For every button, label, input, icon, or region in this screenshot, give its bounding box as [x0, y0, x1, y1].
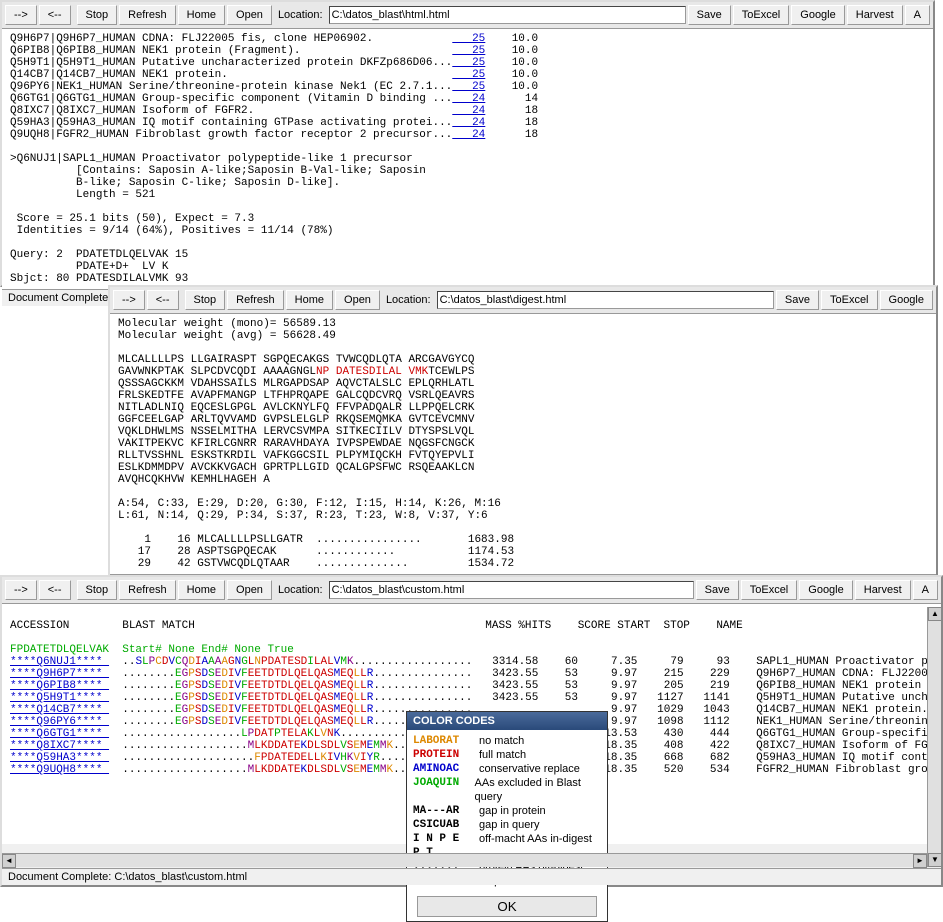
color-key: PROTEIN [413, 748, 471, 762]
accession-link[interactable]: ****Q8IXC7**** [10, 740, 109, 752]
a-button[interactable]: A [913, 580, 938, 600]
accession-link[interactable]: ****Q6NUJ1**** [10, 656, 109, 668]
scroll-down-icon[interactable]: ▼ [928, 853, 942, 867]
color-key: LABORAT [413, 734, 471, 748]
save-button[interactable]: Save [696, 580, 739, 600]
accession-link[interactable]: ****Q59HA3**** [10, 752, 109, 764]
forward-button[interactable]: <-- [147, 290, 179, 310]
query-line: FPDATETDLQELVAK Start# None End# None Tr… [10, 644, 294, 656]
color-desc: no match [479, 734, 524, 748]
color-key: JOAQUIN [413, 776, 467, 804]
score-link[interactable]: 25 [452, 57, 485, 69]
accession-link[interactable]: ****Q14CB7**** [10, 704, 109, 716]
a-button[interactable]: A [905, 5, 930, 25]
color-desc: AAs excluded in Blast query [475, 776, 601, 804]
color-key: AMINOAC [413, 762, 471, 776]
forward-button[interactable]: <-- [39, 580, 71, 600]
back-button[interactable]: --> [5, 5, 37, 25]
harvest-button[interactable]: Harvest [855, 580, 911, 600]
refresh-button[interactable]: Refresh [227, 290, 284, 310]
accession-link[interactable]: ****Q6PIB8**** [10, 680, 109, 692]
save-button[interactable]: Save [776, 290, 819, 310]
custom-window: --> <-- Stop Refresh Home Open Location:… [0, 575, 943, 887]
location-field[interactable] [437, 291, 774, 309]
accession-link[interactable]: ****Q9H6P7**** [10, 668, 109, 680]
score-link[interactable]: 25 [452, 33, 485, 45]
home-button[interactable]: Home [286, 290, 333, 310]
harvest-button[interactable]: Harvest [847, 5, 903, 25]
digest-content: Molecular weight (mono)= 56589.13 Molecu… [110, 314, 936, 574]
color-desc: gap in protein [479, 804, 546, 818]
toolbar: --> <-- Stop Refresh Home Open Location:… [2, 577, 941, 604]
color-code-row: JOAQUIN AAs excluded in Blast query [413, 776, 601, 804]
blast-content: Q9H6P7|Q9H6P7_HUMAN CDNA: FLJ22005 fis, … [2, 29, 933, 289]
color-key: CSICUAB [413, 818, 471, 832]
horizontal-scrollbar[interactable]: ◄ ► [2, 853, 927, 867]
color-desc: conservative replace [479, 762, 580, 776]
home-button[interactable]: Home [178, 5, 225, 25]
google-button[interactable]: Google [880, 290, 933, 310]
open-button[interactable]: Open [335, 290, 380, 310]
dialog-title: COLOR CODES [407, 712, 607, 730]
score-link[interactable]: 25 [452, 81, 485, 93]
location-label: Location: [382, 294, 435, 306]
color-desc: full match [479, 748, 526, 762]
color-code-row: PROTEIN full match [413, 748, 601, 762]
stop-button[interactable]: Stop [77, 580, 118, 600]
back-button[interactable]: --> [113, 290, 145, 310]
scroll-right-icon[interactable]: ► [913, 854, 927, 868]
color-code-row: MA---AR gap in protein [413, 804, 601, 818]
toolbar: --> <-- Stop Refresh Home Open Location:… [2, 2, 933, 29]
google-button[interactable]: Google [799, 580, 852, 600]
google-button[interactable]: Google [791, 5, 844, 25]
accession-link[interactable]: ****Q5H9T1**** [10, 692, 109, 704]
color-codes-dialog: COLOR CODES LABORAT no match PROTEIN full m… [406, 711, 608, 922]
vertical-scrollbar[interactable]: ▲ ▼ [927, 607, 941, 867]
open-button[interactable]: Open [227, 5, 272, 25]
location-label: Location: [274, 9, 327, 21]
toolbar: --> <-- Stop Refresh Home Open Location:… [110, 287, 936, 314]
back-button[interactable]: --> [5, 580, 37, 600]
color-code-row: AMINOAC conservative replace [413, 762, 601, 776]
open-button[interactable]: Open [227, 580, 272, 600]
status-bar: Document Complete: C:\datos_blast\custom… [2, 868, 941, 885]
score-link[interactable]: 24 [452, 93, 485, 105]
stop-button[interactable]: Stop [77, 5, 118, 25]
accession-link[interactable]: ****Q6GTG1**** [10, 728, 109, 740]
color-code-row: CSICUAB gap in query [413, 818, 601, 832]
ok-button[interactable]: OK [417, 896, 597, 917]
color-desc: gap in query [479, 818, 540, 832]
digest-window: --> <-- Stop Refresh Home Open Location:… [108, 285, 938, 577]
score-link[interactable]: 24 [452, 117, 485, 129]
scroll-left-icon[interactable]: ◄ [2, 854, 16, 868]
accession-link[interactable]: ****Q9UQH8**** [10, 764, 109, 776]
blast-html-window: --> <-- Stop Refresh Home Open Location:… [0, 0, 935, 287]
save-button[interactable]: Save [688, 5, 731, 25]
refresh-button[interactable]: Refresh [119, 580, 176, 600]
location-label: Location: [274, 584, 327, 596]
home-button[interactable]: Home [178, 580, 225, 600]
color-code-row: LABORAT no match [413, 734, 601, 748]
color-key: MA---AR [413, 804, 471, 818]
refresh-button[interactable]: Refresh [119, 5, 176, 25]
score-link[interactable]: 24 [452, 105, 485, 117]
location-field[interactable] [329, 581, 694, 599]
scroll-up-icon[interactable]: ▲ [928, 607, 942, 621]
stop-button[interactable]: Stop [185, 290, 226, 310]
location-field[interactable] [329, 6, 686, 24]
score-link[interactable]: 24 [452, 129, 485, 141]
score-link[interactable]: 25 [452, 69, 485, 81]
toexcel-button[interactable]: ToExcel [741, 580, 798, 600]
toexcel-button[interactable]: ToExcel [733, 5, 790, 25]
score-link[interactable]: 25 [452, 45, 485, 57]
forward-button[interactable]: <-- [39, 5, 71, 25]
accession-link[interactable]: ****Q96PY6**** [10, 716, 109, 728]
toexcel-button[interactable]: ToExcel [821, 290, 878, 310]
